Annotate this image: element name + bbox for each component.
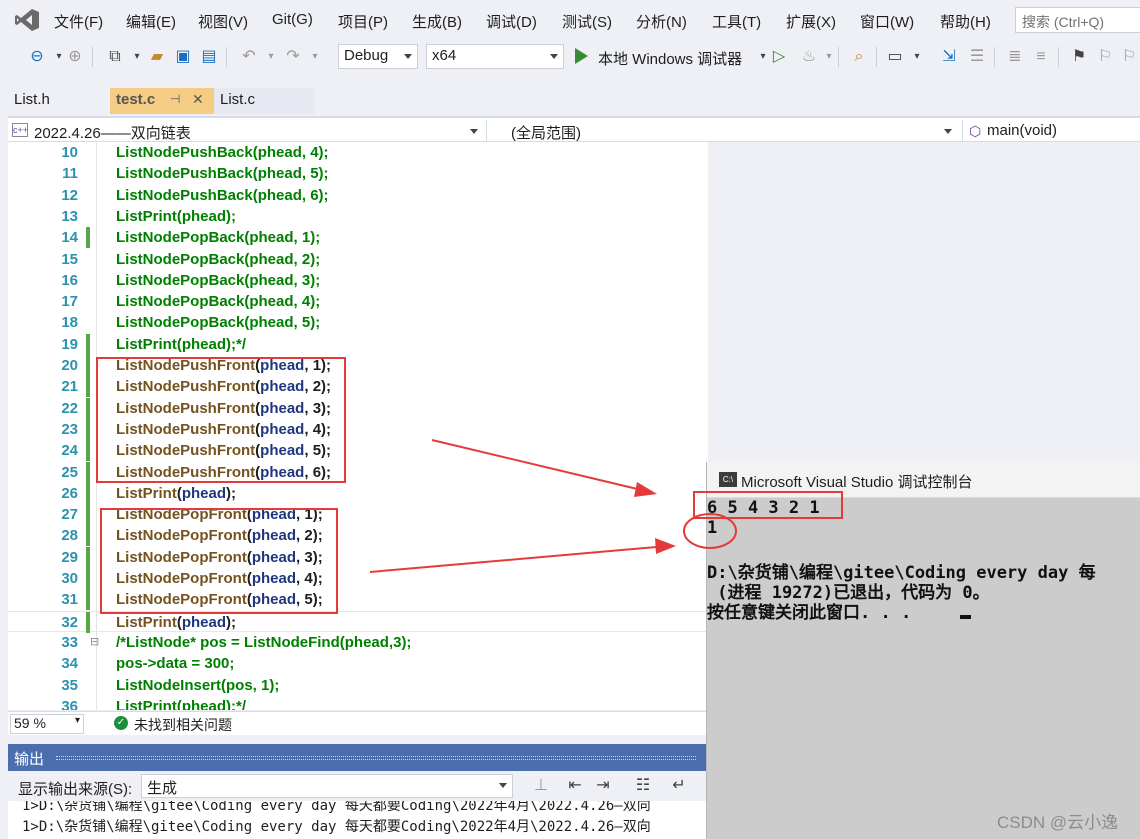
output-text[interactable]: 1>D:\杂货铺\编程\gitee\Coding every day 每天都要C… xyxy=(8,801,708,839)
chevron-down-icon: ▾ xyxy=(74,715,80,726)
chevron-down-icon xyxy=(499,783,507,788)
editor-status-bar: 59 % ▾ ✓ 未找到相关问题 xyxy=(8,711,708,735)
console-title: Microsoft Visual Studio 调试控制台 xyxy=(741,474,973,491)
header-grip xyxy=(56,756,696,760)
console-icon: C:\ xyxy=(719,472,737,487)
arrow-head xyxy=(634,482,657,497)
highlight-output-ellipse xyxy=(683,513,737,549)
output-line: 1>D:\杂货铺\编程\gitee\Coding every day 每天都要C… xyxy=(22,819,651,835)
next-message-icon[interactable]: ⇥ xyxy=(592,775,614,797)
issues-status[interactable]: 未找到相关问题 xyxy=(134,715,232,735)
arrow-head xyxy=(655,538,676,554)
zoom-value: 59 % xyxy=(14,715,46,731)
clear-all-icon[interactable]: ☷ xyxy=(632,775,654,797)
watermark: CSDN @云小逸 xyxy=(997,813,1119,832)
arrow-line xyxy=(369,545,669,573)
word-wrap-icon[interactable]: ↵ xyxy=(668,775,690,797)
check-icon: ✓ xyxy=(114,716,128,730)
console-line: 按任意键关闭此窗口. . . xyxy=(707,603,912,623)
output-title: 输出 xyxy=(14,751,45,768)
output-panel-header: 输出 xyxy=(8,744,708,771)
output-line: 1>D:\杂货铺\编程\gitee\Coding every day 每天都要C… xyxy=(22,801,651,814)
arrow-line xyxy=(431,439,651,493)
output-toolbar: 显示输出来源(S): 生成 ⊥ ⇤ ⇥ ☷ ↵ xyxy=(8,771,708,801)
zoom-select[interactable]: 59 % ▾ xyxy=(10,714,84,734)
output-source-select[interactable]: 生成 xyxy=(141,774,513,798)
output-source-value: 生成 xyxy=(147,780,178,797)
output-source-label: 显示输出来源(S): xyxy=(18,781,133,798)
find-message-icon[interactable]: ⊥ xyxy=(530,775,552,797)
prev-message-icon[interactable]: ⇤ xyxy=(564,775,586,797)
text-cursor xyxy=(960,615,971,619)
